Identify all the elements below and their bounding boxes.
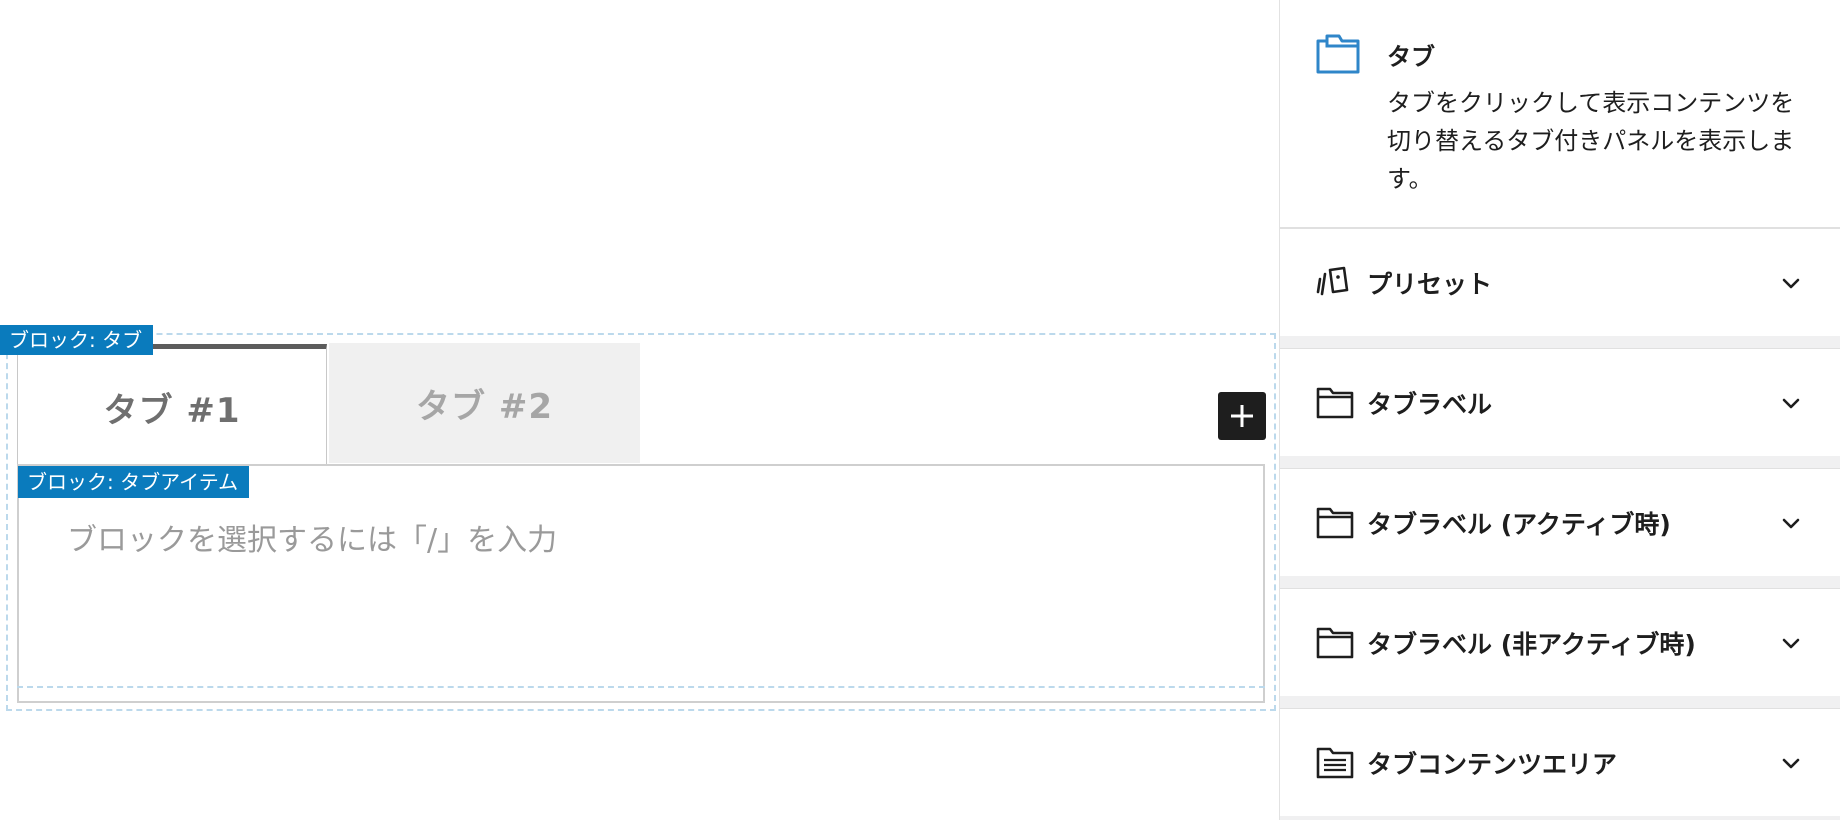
section-tab-label[interactable]: タブラベル (1280, 348, 1840, 456)
tab-item-block-label[interactable]: ブロック: タブアイテム (18, 466, 250, 498)
tab-1-label: タブ #1 (103, 390, 241, 431)
chevron-down-icon (1782, 518, 1800, 529)
section-preset-title: プリセット (1367, 270, 1493, 299)
section-tab-content-area[interactable]: タブコンテンツエリア (1280, 708, 1840, 816)
section-divider (1280, 816, 1840, 820)
block-appender-placeholder[interactable]: ブロックを選択するには「/」を入力 (67, 515, 557, 559)
document-list-icon (1316, 747, 1354, 779)
section-divider (1280, 576, 1840, 588)
section-preset[interactable]: プリセット (1280, 228, 1840, 336)
add-tab-button[interactable] (1218, 392, 1266, 440)
section-tab-label-title: タブラベル (1367, 390, 1493, 419)
block-settings-sidebar: タブ タブをクリックして表示コンテンツを切り替えるタブ付きパネルを表示します。 … (1279, 0, 1840, 820)
tabs-block-label[interactable]: ブロック: タブ (0, 325, 154, 355)
chevron-down-icon (1782, 758, 1800, 769)
folder-icon (1316, 507, 1354, 539)
block-card-title: タブ (1387, 43, 1435, 71)
section-tab-label-active-title: タブラベル (アクティブ時) (1367, 510, 1671, 539)
tab-1[interactable]: タブ #1 (17, 344, 327, 465)
section-divider (1280, 456, 1840, 468)
folder-icon (1316, 387, 1354, 419)
plus-icon (1231, 405, 1253, 427)
section-tab-label-inactive[interactable]: タブラベル (非アクティブ時) (1280, 588, 1840, 696)
tab-content-panel[interactable] (17, 464, 1265, 703)
folder-tab-icon (1316, 34, 1360, 74)
section-tab-label-inactive-title: タブラベル (非アクティブ時) (1367, 630, 1696, 659)
section-tab-label-active[interactable]: タブラベル (アクティブ時) (1280, 468, 1840, 576)
block-card-description: タブをクリックして表示コンテンツを切り替えるタブ付きパネルを表示します。 (1387, 89, 1795, 193)
section-divider (1280, 336, 1840, 348)
tab-2[interactable]: タブ #2 (329, 343, 640, 463)
chevron-down-icon (1782, 398, 1800, 409)
tab-item-outline (17, 686, 1265, 688)
editor-canvas: タブ #1 タブ #2 ブロック: タブ ブロック: タブアイテム ブロックを選… (0, 0, 1279, 820)
section-divider (1280, 696, 1840, 708)
chevron-down-icon (1782, 638, 1800, 649)
folder-icon (1316, 627, 1354, 659)
block-card: タブ タブをクリックして表示コンテンツを切り替えるタブ付きパネルを表示します。 (1280, 0, 1840, 228)
section-tab-content-area-title: タブコンテンツエリア (1367, 750, 1618, 779)
tab-2-label: タブ #2 (416, 386, 553, 427)
preset-cards-icon (1316, 266, 1349, 296)
chevron-down-icon (1782, 278, 1800, 289)
editor-window: タブ #1 タブ #2 ブロック: タブ ブロック: タブアイテム ブロックを選… (0, 0, 1840, 820)
